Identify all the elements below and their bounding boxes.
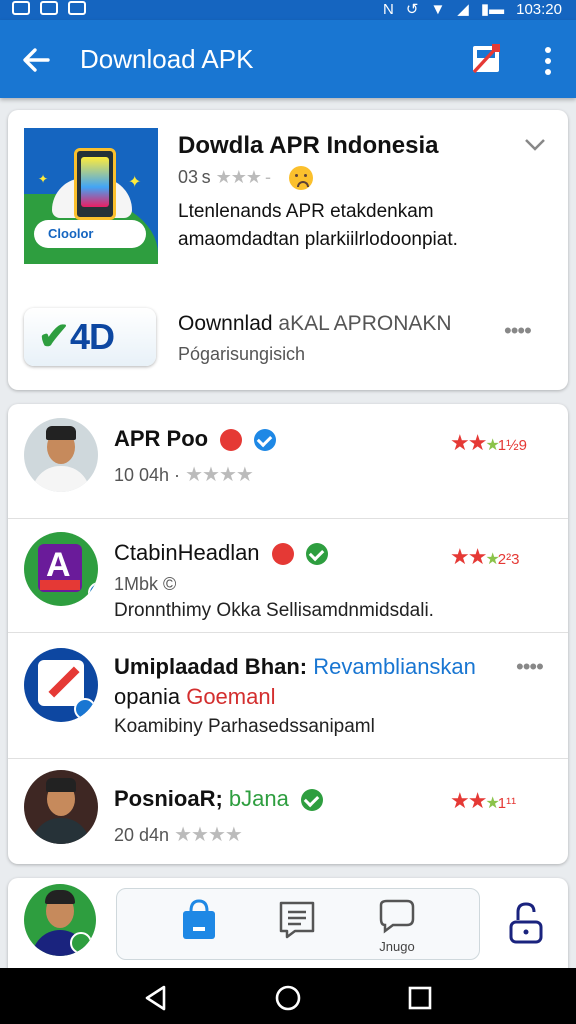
list-item[interactable]: A CtabinHeadlan 1Mbk © Dronnthimy Okka S… bbox=[8, 518, 568, 633]
clock: 103:20 bbox=[516, 0, 562, 18]
badge-icon bbox=[88, 582, 98, 604]
featured-meta: 03 s ★★★ - bbox=[178, 166, 314, 190]
app-name: Umiplaadad Bhan: Revamblianskan bbox=[114, 654, 476, 679]
app-name: PosnioaR; bJana bbox=[114, 786, 323, 812]
vibrate-icon: ↺ bbox=[405, 1, 419, 18]
rating-stars: ★★★ - bbox=[215, 166, 271, 187]
app-meta: 1Mbk © bbox=[114, 574, 177, 594]
app-bar: Download APK bbox=[0, 20, 576, 98]
tab-store[interactable] bbox=[169, 897, 229, 953]
lock-icon[interactable] bbox=[506, 900, 546, 946]
tab-chat[interactable]: Jnugo bbox=[367, 897, 427, 954]
shopping-bag-icon bbox=[183, 899, 215, 939]
message-square-icon bbox=[279, 901, 315, 939]
app-icon-label: Cloolor bbox=[34, 220, 146, 248]
notification-icon bbox=[12, 1, 30, 15]
nfc-icon: N bbox=[383, 0, 394, 18]
rating-badge: ★★★2²3 bbox=[450, 544, 520, 569]
worried-face-icon bbox=[289, 166, 314, 190]
featured-title: Dowdla APR Indonesia bbox=[178, 132, 439, 159]
tab-messages[interactable] bbox=[267, 897, 327, 953]
app-meta: 10 04h · ★★★★ bbox=[114, 464, 254, 486]
chevron-down-icon[interactable] bbox=[524, 138, 546, 152]
download-title[interactable]: Oownnlad aKAL APRONAKN bbox=[178, 312, 452, 336]
clipboard-icon bbox=[68, 1, 86, 15]
rating-stars: ★★★★ bbox=[185, 464, 254, 486]
rating-badge: ★★★1½9 bbox=[450, 430, 527, 455]
rating-stars: ★★★★ bbox=[174, 824, 243, 846]
app-description: Dronnthimy Okka Sellisamdnmidsdali. bbox=[114, 600, 434, 621]
page-title: Download APK bbox=[80, 44, 254, 74]
chat-bubble-icon bbox=[379, 899, 415, 934]
nav-back-icon[interactable] bbox=[142, 984, 170, 1012]
featured-card[interactable]: ✦ ✦ Cloolor Dowdla APR Indonesia 03 s ★★… bbox=[8, 110, 568, 390]
heart-icon bbox=[271, 543, 294, 566]
badge-icon bbox=[74, 698, 96, 720]
wifi-icon: ▼ bbox=[430, 0, 446, 18]
avatar: A bbox=[24, 532, 98, 606]
avatar[interactable] bbox=[24, 884, 96, 956]
tab-chat-label: Jnugo bbox=[379, 939, 415, 954]
checkmark-icon: ✔ bbox=[38, 316, 70, 358]
more-horizontal-icon[interactable]: •••• bbox=[516, 654, 544, 680]
sparkle-icon: ✦ bbox=[128, 174, 142, 191]
verified-icon bbox=[254, 429, 277, 452]
app-name: APR Poo bbox=[114, 426, 277, 452]
sparkle-icon: ✦ bbox=[38, 172, 49, 186]
battery-icon: ▮▬ bbox=[480, 1, 505, 18]
verified-icon bbox=[301, 789, 323, 812]
bottom-tab-bar: Jnugo bbox=[116, 888, 480, 960]
download-subtitle: Pógarisungisich bbox=[178, 344, 306, 364]
app-icon[interactable]: ✦ ✦ Cloolor bbox=[24, 128, 158, 264]
arrow-left-icon[interactable] bbox=[18, 42, 54, 78]
list-item[interactable]: Umiplaadad Bhan: Revamblianskan opania G… bbox=[8, 632, 568, 759]
app-description: Koamibiny Parhasedssanipaml bbox=[114, 716, 375, 737]
no-ads-icon[interactable] bbox=[470, 42, 502, 76]
app-name: CtabinHeadlan bbox=[114, 540, 328, 566]
shield-icon bbox=[40, 1, 58, 15]
signal-icon: ◢ bbox=[457, 1, 469, 18]
app-name-line2: opania Goemanl bbox=[114, 684, 276, 709]
status-bar: N ↺ ▼ ◢ ▮▬ 103:20 bbox=[0, 0, 576, 20]
heart-icon bbox=[220, 429, 243, 452]
verified-icon bbox=[305, 543, 328, 566]
download-logo[interactable]: ✔ 4D bbox=[24, 308, 156, 366]
nav-recents-icon[interactable] bbox=[406, 984, 434, 1012]
rating-badge: ★★★1¹¹ bbox=[450, 788, 517, 813]
avatar bbox=[24, 770, 98, 844]
system-nav-bar bbox=[0, 968, 576, 1024]
avatar bbox=[24, 418, 98, 492]
nav-home-icon[interactable] bbox=[274, 984, 302, 1012]
list-item[interactable]: PosnioaR; bJana 20 d4n ★★★★ ★★★1¹¹ bbox=[8, 758, 568, 862]
more-horizontal-icon[interactable]: •••• bbox=[504, 318, 532, 344]
app-meta: 20 d4n ★★★★ bbox=[114, 824, 243, 846]
more-vertical-icon[interactable] bbox=[536, 44, 560, 78]
app-list: APR Poo 10 04h · ★★★★ ★★★1½9 A CtabinHea… bbox=[8, 404, 568, 864]
phone-icon bbox=[74, 148, 116, 220]
bottom-card: Jnugo bbox=[8, 878, 568, 978]
avatar bbox=[24, 648, 98, 722]
list-item[interactable]: APR Poo 10 04h · ★★★★ ★★★1½9 bbox=[8, 404, 568, 519]
badge-icon bbox=[70, 932, 92, 954]
featured-description: Ltenlenands APR etakdenkam amaomdadtan p… bbox=[178, 201, 458, 250]
